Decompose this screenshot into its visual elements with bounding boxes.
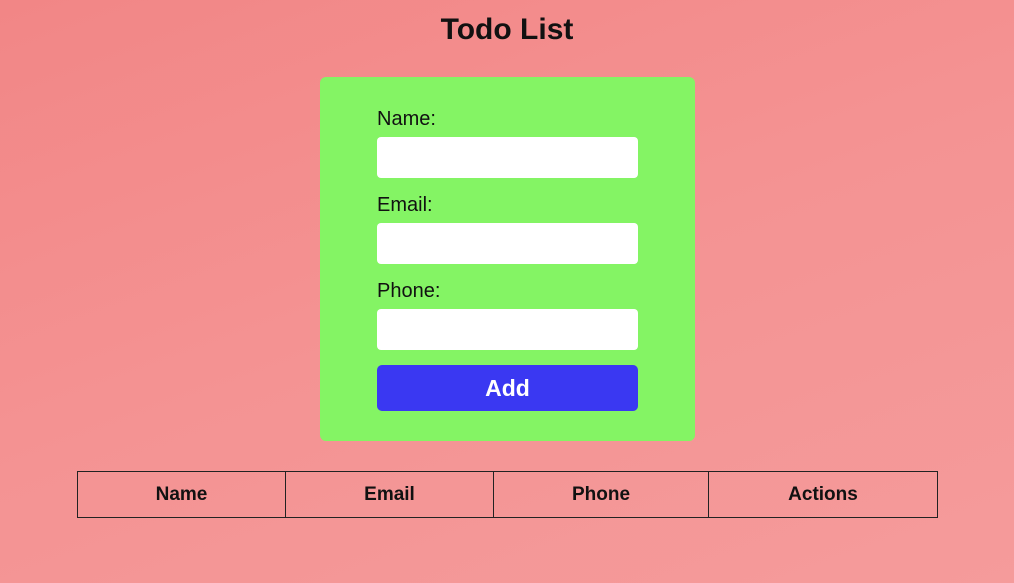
phone-label: Phone: (377, 280, 441, 302)
column-header-email: Email (285, 471, 494, 518)
add-button[interactable]: Add (377, 365, 638, 411)
add-contact-form: Name: Email: Phone: Add (320, 77, 695, 441)
table-header-row: Name Email Phone Actions (77, 471, 938, 518)
column-header-actions: Actions (708, 471, 938, 518)
email-label: Email: (377, 194, 433, 216)
name-input[interactable] (377, 137, 638, 178)
column-header-name: Name (77, 471, 286, 518)
column-header-phone: Phone (493, 471, 709, 518)
name-label: Name: (377, 108, 436, 130)
email-input[interactable] (377, 223, 638, 264)
contacts-table: Name Email Phone Actions (77, 471, 938, 518)
phone-input[interactable] (377, 309, 638, 350)
page-title: Todo List (440, 13, 574, 46)
